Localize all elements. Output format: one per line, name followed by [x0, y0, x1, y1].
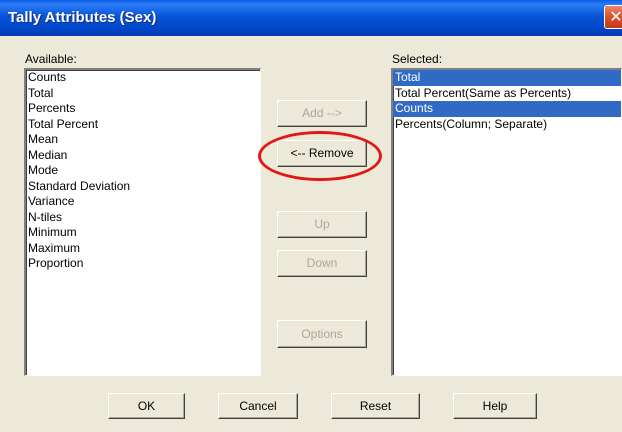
list-item[interactable]: Maximum — [26, 241, 260, 257]
list-item[interactable]: Counts — [393, 101, 621, 117]
selected-label: Selected: — [392, 52, 443, 66]
list-item[interactable]: N-tiles — [26, 210, 260, 226]
options-button[interactable]: Options — [277, 320, 367, 348]
cancel-button-label: Cancel — [239, 399, 277, 413]
up-button-label: Up — [314, 217, 330, 231]
reset-button-label: Reset — [359, 399, 392, 413]
remove-button-label: <-- Remove — [290, 146, 354, 160]
ok-button[interactable]: OK — [108, 393, 185, 419]
list-item[interactable]: Standard Deviation — [26, 179, 260, 195]
list-item[interactable]: Total — [26, 86, 260, 102]
title-bar[interactable]: Tally Attributes (Sex) ✕ — [0, 0, 622, 36]
list-item[interactable]: Counts — [26, 70, 260, 86]
ok-button-label: OK — [137, 399, 156, 413]
close-icon[interactable]: ✕ — [604, 5, 622, 29]
cancel-button[interactable]: Cancel — [218, 393, 298, 419]
list-item[interactable]: Total Percent(Same as Percents) — [393, 86, 621, 102]
list-item[interactable]: Percents — [26, 101, 260, 117]
list-item[interactable]: Mean — [26, 132, 260, 148]
window-title: Tally Attributes (Sex) — [8, 9, 157, 26]
list-item[interactable]: Mode — [26, 163, 260, 179]
available-listbox[interactable]: Counts Total Percents Total Percent Mean… — [24, 68, 261, 376]
options-button-label: Options — [301, 327, 343, 341]
list-item[interactable]: Total — [393, 70, 621, 86]
reset-button[interactable]: Reset — [331, 393, 420, 419]
help-button[interactable]: Help — [453, 393, 537, 419]
list-item[interactable]: Proportion — [26, 256, 260, 272]
help-button-label: Help — [482, 399, 508, 413]
add-button[interactable]: Add --> — [277, 100, 367, 127]
list-item[interactable]: Median — [26, 148, 260, 164]
list-item[interactable]: Total Percent — [26, 117, 260, 133]
up-button[interactable]: Up — [277, 211, 367, 238]
available-label: Available: — [25, 52, 77, 66]
down-button-label: Down — [306, 256, 338, 270]
add-button-label: Add --> — [302, 106, 342, 120]
down-button[interactable]: Down — [277, 250, 367, 277]
list-item[interactable]: Variance — [26, 194, 260, 210]
selected-listbox[interactable]: Total Total Percent(Same as Percents) Co… — [391, 68, 622, 376]
list-item[interactable]: Minimum — [26, 225, 260, 241]
list-item[interactable]: Percents(Column; Separate) — [393, 117, 621, 133]
remove-button[interactable]: <-- Remove — [277, 140, 367, 167]
